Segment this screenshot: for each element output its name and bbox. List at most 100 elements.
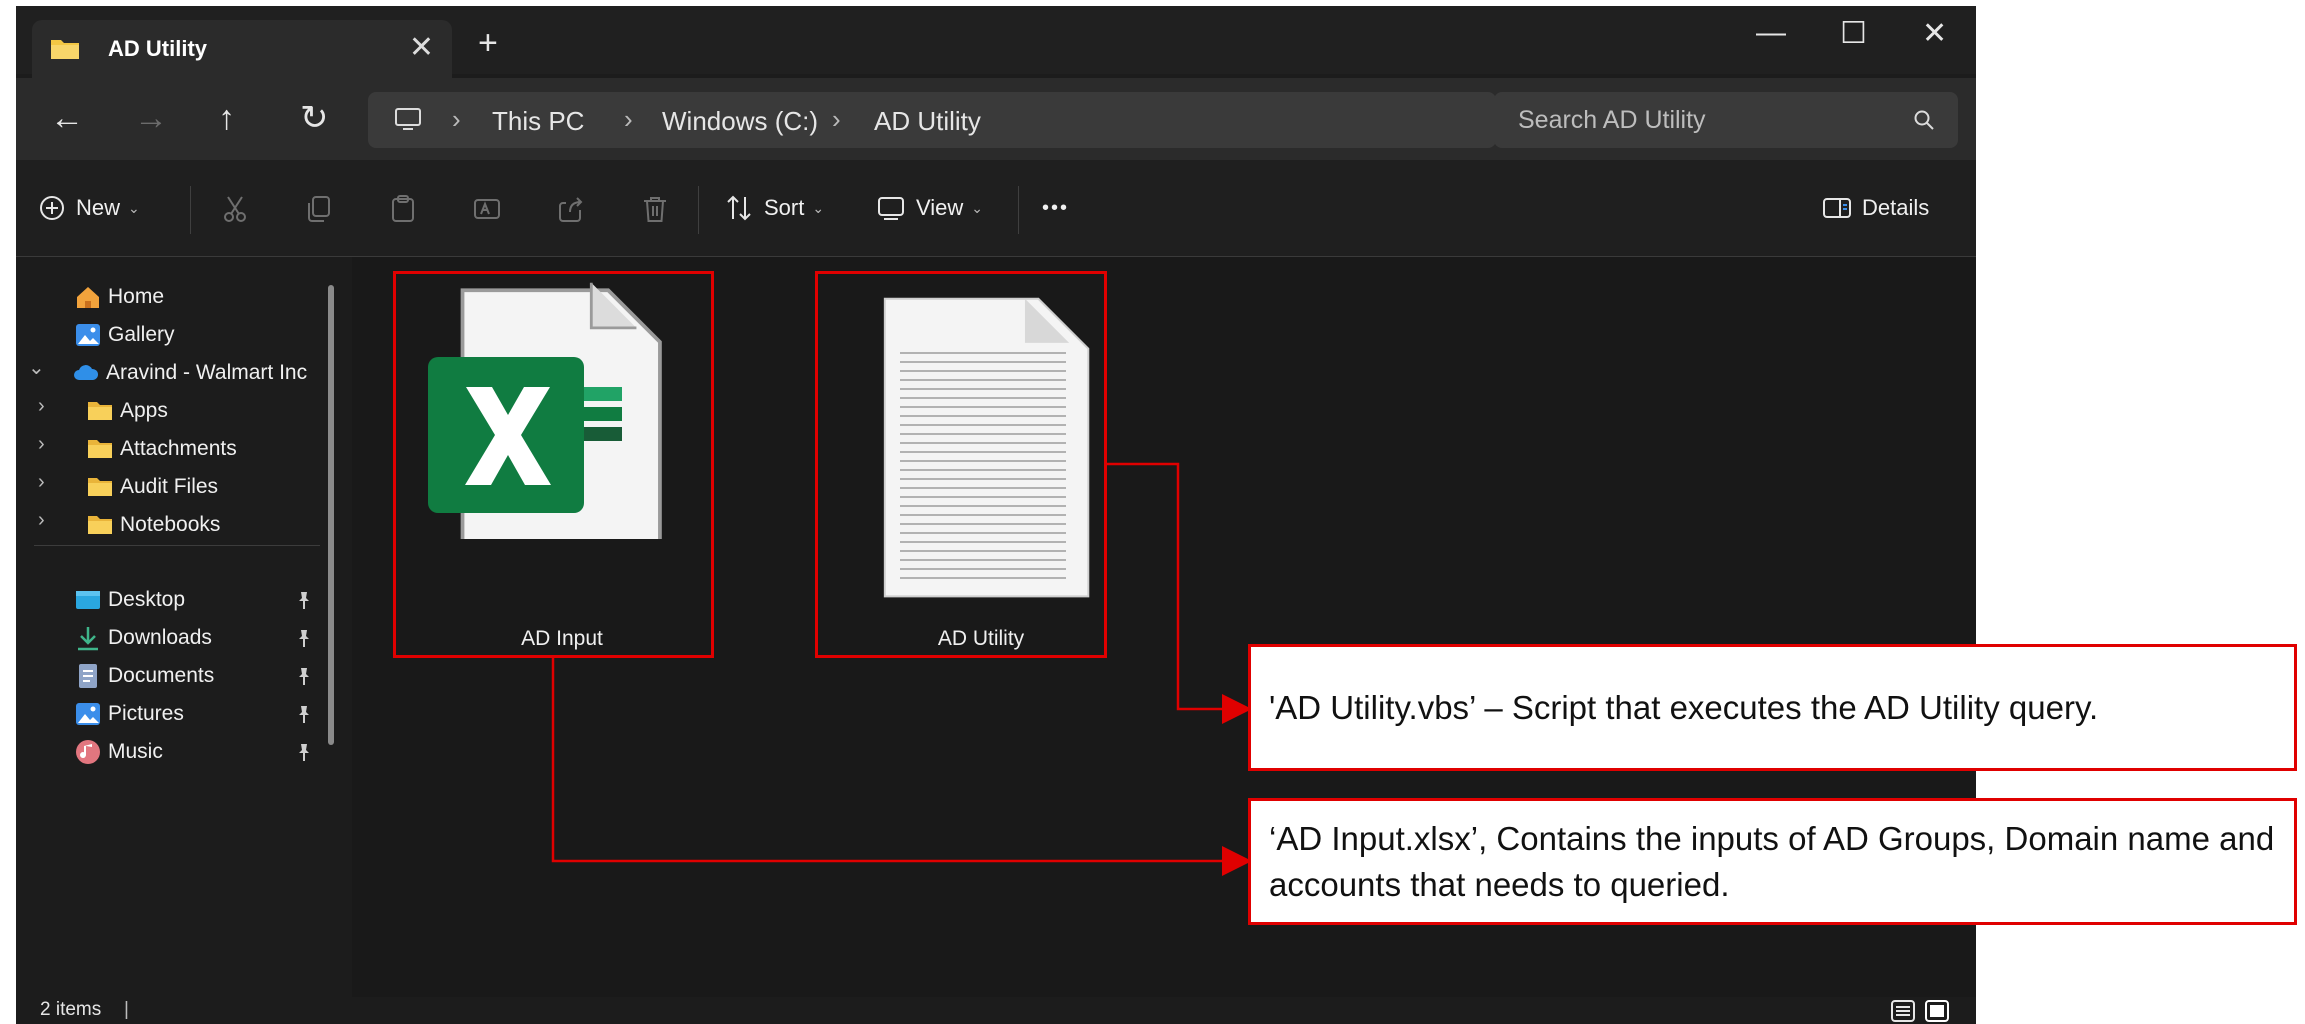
details-view-icon[interactable] bbox=[1890, 999, 1916, 1023]
address-bar: ← → ↑ ↻ › This PC › Windows (C:) › AD Ut… bbox=[16, 78, 1976, 160]
sidebar-item-documents[interactable]: Documents bbox=[74, 656, 214, 696]
sidebar-item-label: Aravind - Walmart Inc bbox=[106, 361, 308, 384]
breadcrumb-separator: › bbox=[452, 104, 461, 134]
new-label: New bbox=[76, 195, 121, 220]
sidebar-item-label: Apps bbox=[120, 399, 168, 422]
folder-icon bbox=[88, 478, 112, 496]
search-box[interactable]: Search AD Utility bbox=[1494, 92, 1958, 148]
close-window-button[interactable]: ✕ bbox=[1922, 16, 1947, 51]
sidebar-item-label: Audit Files bbox=[120, 475, 219, 498]
sort-button[interactable]: Sort ⌄ bbox=[724, 188, 824, 228]
sidebar-item-label: Pictures bbox=[108, 702, 184, 725]
sidebar-item-label: Gallery bbox=[108, 323, 175, 346]
breadcrumb-separator: › bbox=[832, 104, 841, 134]
sidebar-item-home[interactable]: Home bbox=[74, 277, 164, 317]
pin-icon[interactable] bbox=[296, 742, 312, 762]
title-bar: AD Utility ✕ + — ☐ ✕ bbox=[16, 6, 1976, 78]
home-icon bbox=[77, 287, 99, 308]
breadcrumb-ad-utility[interactable]: AD Utility bbox=[874, 106, 981, 137]
pictures-icon bbox=[76, 703, 100, 725]
refresh-button[interactable]: ↻ bbox=[300, 98, 329, 138]
pin-icon[interactable] bbox=[296, 666, 312, 686]
chevron-down-icon: ⌄ bbox=[812, 199, 825, 216]
up-button[interactable]: ↑ bbox=[218, 98, 235, 138]
new-button[interactable]: New ⌄ bbox=[38, 188, 140, 228]
plus-circle-icon bbox=[40, 196, 64, 220]
paste-icon[interactable] bbox=[388, 194, 418, 224]
cloud-icon bbox=[74, 365, 99, 380]
tab-close-button[interactable]: ✕ bbox=[409, 30, 434, 65]
callout-ad-input-xlsx: ‘AD Input.xlsx’, Contains the inputs of … bbox=[1248, 798, 2297, 925]
sidebar-item-pictures[interactable]: Pictures bbox=[74, 694, 184, 734]
gallery-icon bbox=[76, 324, 100, 346]
highlight-box-ad-input bbox=[393, 271, 714, 658]
sidebar-item-notebooks[interactable]: › Notebooks bbox=[16, 505, 220, 545]
sidebar-item-downloads[interactable]: Downloads bbox=[74, 618, 212, 658]
download-icon bbox=[78, 627, 98, 651]
search-input[interactable]: Search AD Utility bbox=[1518, 106, 1706, 135]
sidebar-item-label: Music bbox=[108, 740, 163, 763]
monitor-icon bbox=[395, 108, 421, 130]
highlight-box-ad-utility bbox=[815, 271, 1107, 658]
breadcrumb[interactable]: › This PC › Windows (C:) › AD Utility bbox=[368, 92, 1496, 148]
breadcrumb-windows-c[interactable]: Windows (C:) bbox=[662, 106, 818, 137]
folder-icon bbox=[88, 440, 112, 458]
minimize-button[interactable]: — bbox=[1756, 16, 1786, 50]
search-icon bbox=[1914, 110, 1934, 130]
item-count: 2 items bbox=[40, 999, 102, 1020]
document-icon bbox=[79, 664, 97, 688]
sort-icon bbox=[727, 195, 751, 221]
command-bar: New ⌄ Sort ⌄ View ⌄ ••• Details bbox=[16, 160, 1976, 257]
maximize-button[interactable]: ☐ bbox=[1840, 16, 1867, 51]
sidebar-scrollbar[interactable] bbox=[328, 285, 334, 745]
back-button[interactable]: ← bbox=[50, 98, 84, 138]
chevron-right-icon[interactable]: › bbox=[38, 509, 45, 532]
folder-icon bbox=[88, 402, 112, 420]
chevron-down-icon: ⌄ bbox=[128, 199, 140, 216]
sidebar-item-onedrive[interactable]: ⌄ Aravind - Walmart Inc bbox=[16, 353, 307, 393]
sidebar-item-music[interactable]: Music bbox=[74, 732, 163, 772]
chevron-down-icon: ⌄ bbox=[971, 199, 984, 216]
pin-icon[interactable] bbox=[296, 704, 312, 724]
copy-icon[interactable] bbox=[304, 194, 334, 224]
details-label: Details bbox=[1862, 195, 1930, 220]
sort-label: Sort bbox=[764, 195, 805, 220]
sidebar-item-gallery[interactable]: Gallery bbox=[74, 315, 175, 355]
breadcrumb-separator: › bbox=[624, 104, 633, 134]
navigation-pane: Home Gallery ⌄ Aravind - Walmart Inc › A… bbox=[16, 257, 352, 997]
sidebar-item-apps[interactable]: › Apps bbox=[16, 391, 168, 431]
chevron-right-icon[interactable]: › bbox=[38, 395, 45, 418]
pin-icon[interactable] bbox=[296, 590, 312, 610]
view-button[interactable]: View ⌄ bbox=[876, 188, 983, 228]
tab-ad-utility[interactable]: AD Utility ✕ bbox=[32, 20, 452, 78]
more-options-button[interactable]: ••• bbox=[1042, 188, 1069, 228]
callout-text: 'AD Utility.vbs’ – Script that executes … bbox=[1269, 688, 2099, 726]
sidebar-item-attachments[interactable]: › Attachments bbox=[16, 429, 237, 469]
sidebar-divider bbox=[34, 545, 320, 546]
large-icons-view-icon[interactable] bbox=[1924, 999, 1950, 1023]
chevron-right-icon[interactable]: › bbox=[38, 433, 45, 456]
breadcrumb-this-pc[interactable]: This PC bbox=[492, 106, 584, 137]
delete-icon[interactable] bbox=[640, 194, 670, 224]
toolbar-divider bbox=[698, 186, 699, 234]
details-pane-icon bbox=[1823, 198, 1851, 218]
status-bar: 2 items | bbox=[16, 997, 1976, 1024]
desktop-icon bbox=[76, 591, 100, 609]
details-button[interactable]: Details bbox=[1822, 188, 1929, 228]
view-label: View bbox=[916, 195, 964, 220]
chevron-down-icon[interactable]: ⌄ bbox=[28, 355, 45, 380]
share-icon[interactable] bbox=[556, 194, 586, 224]
cut-icon[interactable] bbox=[220, 194, 250, 224]
new-tab-button[interactable]: + bbox=[478, 26, 498, 60]
music-icon bbox=[76, 740, 100, 764]
rename-icon[interactable] bbox=[472, 194, 502, 224]
chevron-right-icon[interactable]: › bbox=[38, 471, 45, 494]
forward-button[interactable]: → bbox=[134, 98, 168, 138]
pin-icon[interactable] bbox=[296, 628, 312, 648]
folder-icon bbox=[51, 40, 79, 59]
tab-title: AD Utility bbox=[108, 36, 207, 61]
view-icon bbox=[878, 197, 904, 220]
sidebar-item-audit-files[interactable]: › Audit Files bbox=[16, 467, 218, 507]
toolbar-divider bbox=[190, 186, 191, 234]
sidebar-item-desktop[interactable]: Desktop bbox=[74, 580, 185, 620]
